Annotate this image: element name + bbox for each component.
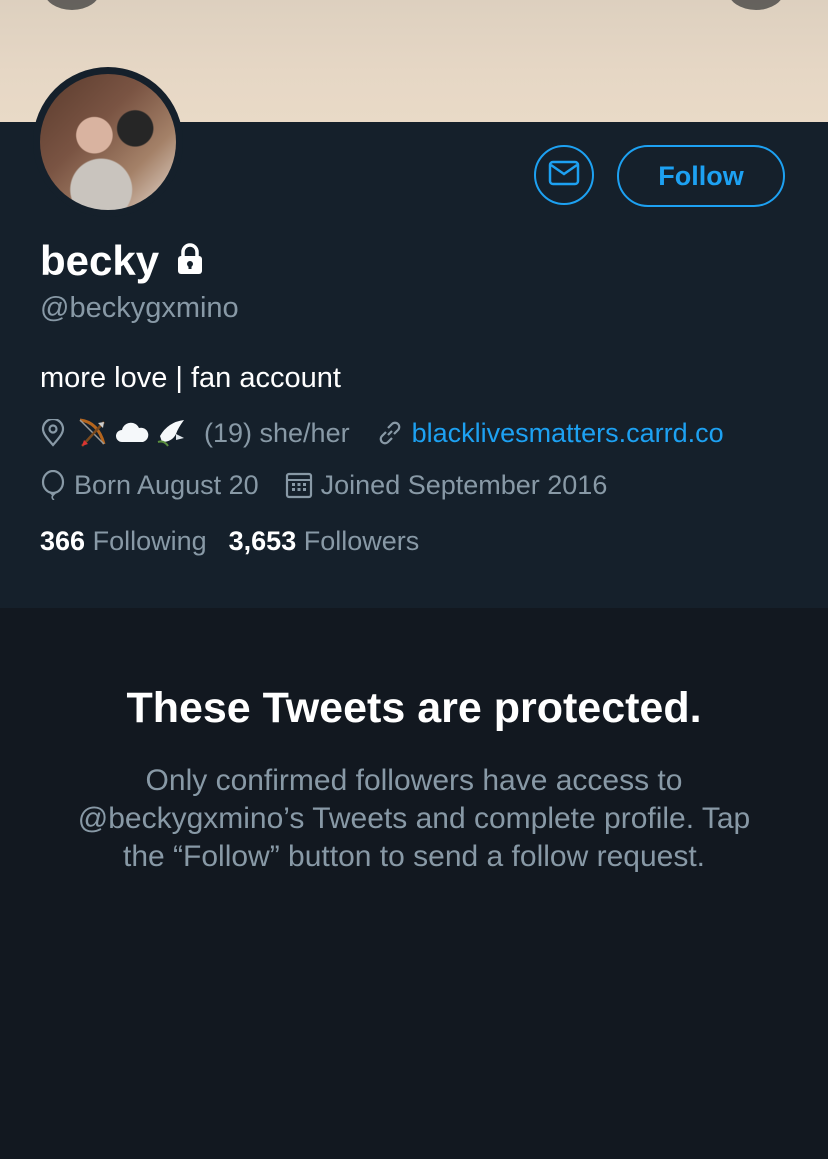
followers-count: 3,653 bbox=[228, 526, 297, 556]
more-options-button[interactable] bbox=[728, 0, 784, 10]
following-stat[interactable]: 366 Following bbox=[40, 526, 221, 557]
follow-button[interactable]: Follow bbox=[617, 145, 785, 207]
avatar-photo bbox=[40, 74, 176, 210]
avatar[interactable] bbox=[33, 67, 183, 217]
balloon-icon bbox=[40, 470, 66, 500]
display-name: becky bbox=[40, 237, 160, 284]
following-label: Following bbox=[92, 526, 207, 556]
protected-notice: These Tweets are protected. Only confirm… bbox=[0, 608, 828, 1159]
name-row: becky bbox=[40, 234, 207, 288]
protected-title: These Tweets are protected. bbox=[126, 684, 702, 732]
followers-label: Followers bbox=[303, 526, 420, 556]
profile-meta-row-1: (19) she/her blacklivesmatters.carrd.co bbox=[40, 415, 724, 451]
calendar-icon bbox=[285, 471, 313, 499]
protected-message: Only confirmed followers have access to … bbox=[77, 764, 751, 873]
envelope-icon bbox=[548, 160, 580, 191]
joined-text: Joined September 2016 bbox=[320, 469, 608, 500]
bow-and-arrow-emoji bbox=[74, 416, 110, 450]
username: @beckygxmino bbox=[40, 292, 239, 324]
website-link[interactable]: blacklivesmatters.carrd.co bbox=[412, 418, 724, 449]
location-text: (19) she/her bbox=[204, 417, 350, 448]
cloud-emoji bbox=[114, 420, 150, 446]
link-icon bbox=[376, 419, 404, 447]
bio: more love | fan account bbox=[40, 362, 341, 394]
profile-meta-row-2: Born August 20 Joined September 2016 bbox=[40, 467, 607, 503]
dove-emoji bbox=[154, 416, 190, 450]
location-pin-icon bbox=[40, 419, 66, 447]
following-count: 366 bbox=[40, 526, 86, 556]
follow-stats: 366 Following 3,653 Followers bbox=[40, 526, 433, 557]
lock-icon bbox=[173, 242, 207, 281]
back-button[interactable] bbox=[44, 0, 100, 10]
followers-stat[interactable]: 3,653 Followers bbox=[229, 526, 434, 557]
birthday-text: Born August 20 bbox=[74, 469, 259, 500]
message-button[interactable] bbox=[534, 145, 594, 205]
